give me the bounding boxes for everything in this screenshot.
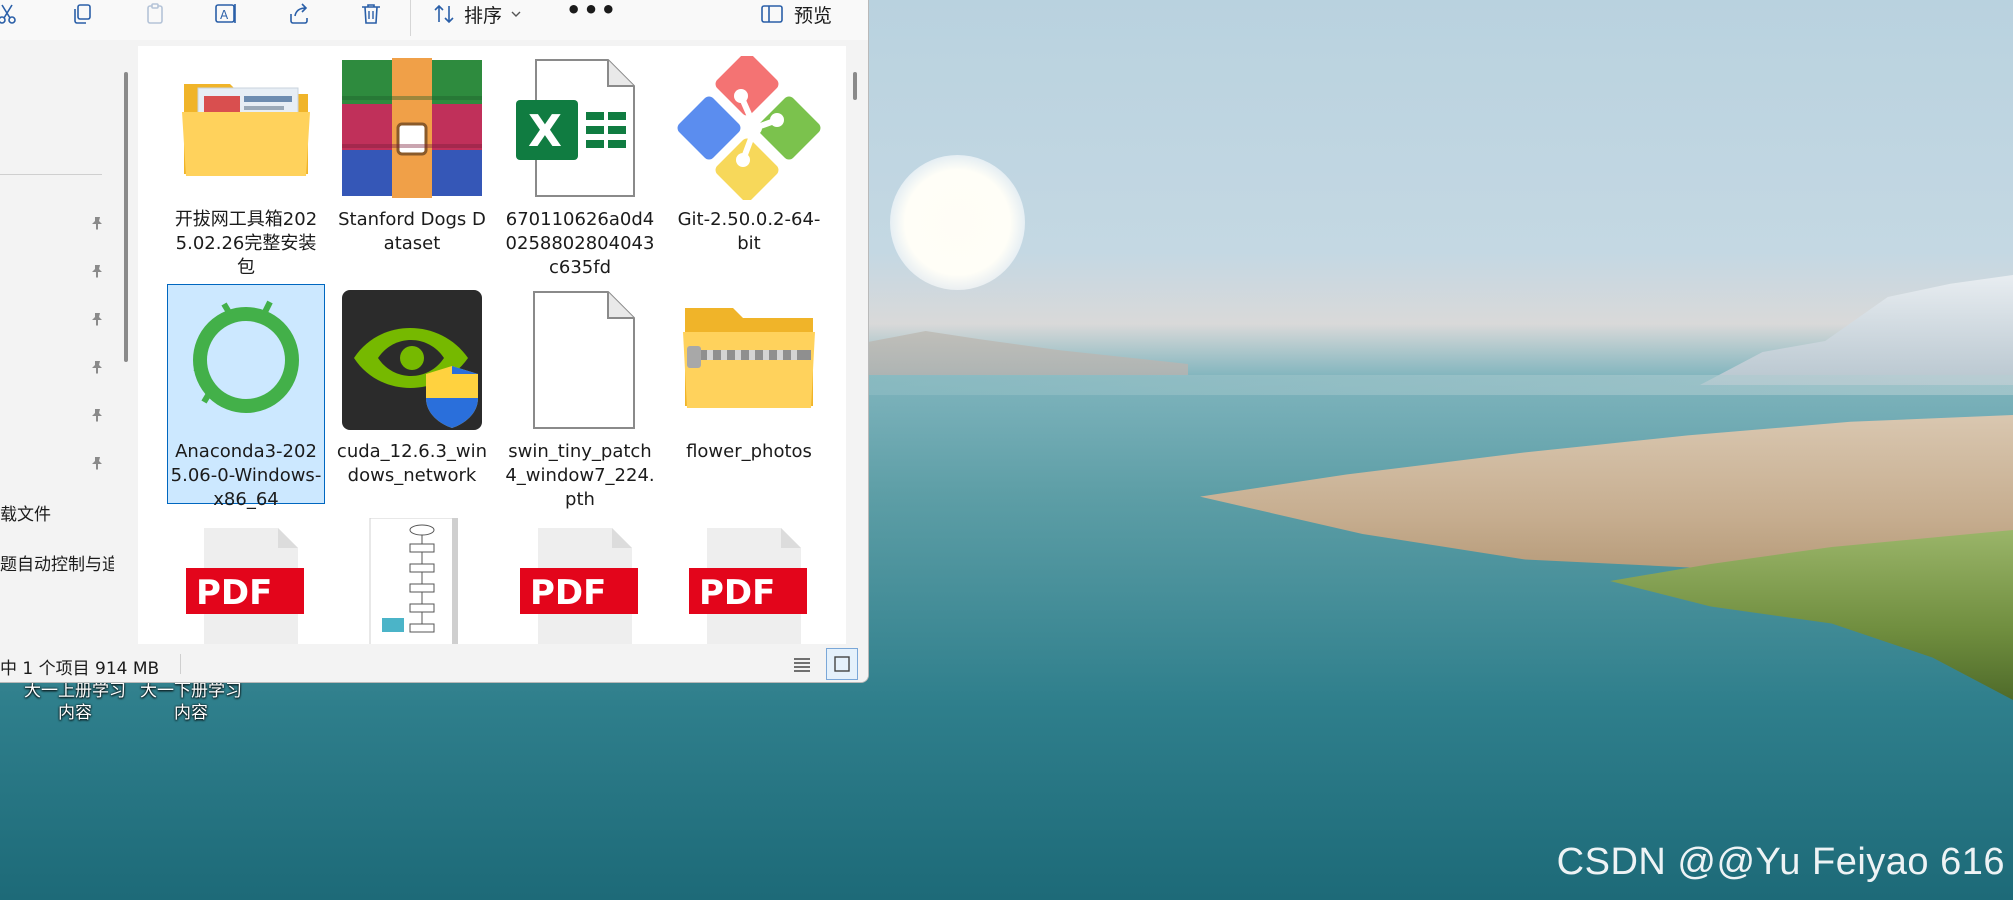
svg-text:X: X	[528, 106, 562, 157]
rename-button[interactable]: A	[212, 0, 242, 28]
status-separator	[180, 654, 181, 674]
flowchart-image-icon	[369, 518, 458, 644]
desktop-icon-label-1[interactable]: 大一上册学习内容	[20, 680, 130, 724]
file-name: cuda_12.6.3_windows_network	[336, 441, 488, 486]
git-installer-icon	[677, 56, 821, 200]
delete-button[interactable]	[356, 0, 386, 28]
wallpaper-sun	[890, 155, 1025, 290]
command-bar: A 排序 ••• 预览	[0, 0, 868, 40]
pdf-file-icon: PDF	[689, 528, 807, 644]
zip-folder-icon	[683, 308, 815, 408]
paste-button[interactable]	[140, 0, 170, 28]
rename-icon: A	[215, 4, 236, 23]
preview-button[interactable]: 预览	[760, 0, 832, 28]
copy-button[interactable]	[68, 0, 98, 28]
wallpaper-far-shore	[868, 331, 1188, 375]
large-icons-view-button[interactable]	[826, 648, 858, 680]
file-item-selected[interactable]: Anaconda3-2025.06-0-Windows-x86_64	[167, 284, 325, 510]
desktop-icon-label-2[interactable]: 大一下册学习内容	[136, 680, 246, 724]
content-scrollbar[interactable]	[853, 72, 857, 100]
file-item[interactable]: X 670110626a0d40258802804043c635fd	[501, 52, 659, 278]
pdf-badge: PDF	[196, 573, 272, 613]
cut-button[interactable]	[0, 0, 22, 28]
svg-text:A: A	[220, 8, 229, 22]
pin-icon[interactable]	[90, 216, 104, 230]
nav-divider	[0, 174, 102, 175]
blank-file-icon	[533, 291, 635, 429]
nav-scrollbar[interactable]	[124, 72, 128, 362]
share-button[interactable]	[284, 0, 314, 28]
preview-label: 预览	[794, 4, 833, 27]
file-item[interactable]	[333, 514, 491, 644]
navigation-pane: 载文件 题自动控制与追	[0, 46, 120, 646]
preview-pane-icon	[761, 5, 783, 23]
list-view-icon	[794, 658, 810, 672]
pdf-file-icon: PDF	[520, 528, 638, 644]
more-options-button[interactable]: •••	[566, 0, 618, 28]
folder-icon	[182, 84, 310, 176]
pin-icon[interactable]	[90, 264, 104, 278]
winrar-archive-icon	[342, 58, 482, 198]
file-name: 开拔网工具箱2025.02.26完整安装包	[174, 209, 318, 278]
file-item[interactable]: cuda_12.6.3_windows_network	[333, 284, 491, 504]
pdf-badge: PDF	[530, 573, 606, 613]
anaconda-icon	[193, 300, 299, 413]
file-item[interactable]: Git-2.50.0.2-64-bit	[670, 52, 828, 272]
file-item[interactable]: 开拔网工具箱2025.02.26完整安装包	[167, 52, 325, 278]
file-name: Anaconda3-2025.06-0-Windows-x86_64	[170, 441, 322, 510]
file-name: flower_photos	[686, 441, 812, 462]
file-item[interactable]: swin_tiny_patch4_window7_224.pth	[501, 284, 659, 510]
file-item[interactable]: PDF	[501, 514, 659, 644]
pin-icon[interactable]	[90, 312, 104, 326]
file-item[interactable]: PDF	[167, 514, 325, 644]
sort-button[interactable]: 排序	[432, 0, 522, 28]
sort-label: 排序	[464, 4, 503, 27]
chevron-down-icon	[511, 11, 521, 17]
status-selection-info: 中 1 个项目 914 MB	[0, 659, 160, 679]
wallpaper-water-band	[868, 375, 2013, 395]
file-item[interactable]: flower_photos	[670, 284, 828, 504]
toolbar-separator	[410, 0, 411, 36]
clipboard-icon	[147, 3, 163, 24]
wallpaper-mountain	[1700, 275, 2013, 385]
pin-icon[interactable]	[90, 408, 104, 422]
trash-icon	[362, 4, 380, 24]
nav-item-folder[interactable]: 题自动控制与追	[0, 550, 114, 575]
pdf-badge: PDF	[699, 573, 775, 613]
file-name: 670110626a0d40258802804043c635fd	[505, 209, 655, 278]
sort-icon	[434, 4, 454, 24]
file-name: swin_tiny_patch4_window7_224.pth	[505, 441, 655, 510]
watermark: CSDN @@Yu Feiyao 616	[1556, 841, 2005, 883]
nav-item-downloads[interactable]: 载文件	[0, 500, 114, 525]
pdf-file-icon: PDF	[186, 528, 304, 644]
file-name: Git-2.50.0.2-64-bit	[677, 209, 821, 254]
excel-file-icon: X	[516, 59, 635, 197]
file-item[interactable]: Stanford Dogs Dataset	[333, 52, 491, 272]
file-grid: 开拔网工具箱2025.02.26完整安装包 Stanford Dogs Data…	[138, 46, 846, 644]
scissors-icon	[0, 4, 16, 24]
pin-icon[interactable]	[90, 360, 104, 374]
share-icon	[290, 3, 308, 24]
file-explorer-window: A 排序 ••• 预览 载文件 题自动控制与追 开拔网工具箱2025.02.26…	[0, 0, 869, 683]
nvidia-installer-icon	[342, 290, 482, 430]
file-item[interactable]: PDF	[670, 514, 828, 644]
file-name: Stanford Dogs Dataset	[338, 209, 486, 254]
details-view-button[interactable]	[786, 648, 818, 680]
tile-view-icon	[834, 656, 850, 672]
pin-icon[interactable]	[90, 456, 104, 470]
copy-icon	[74, 4, 91, 24]
status-bar: 中 1 个项目 914 MB	[0, 646, 868, 682]
